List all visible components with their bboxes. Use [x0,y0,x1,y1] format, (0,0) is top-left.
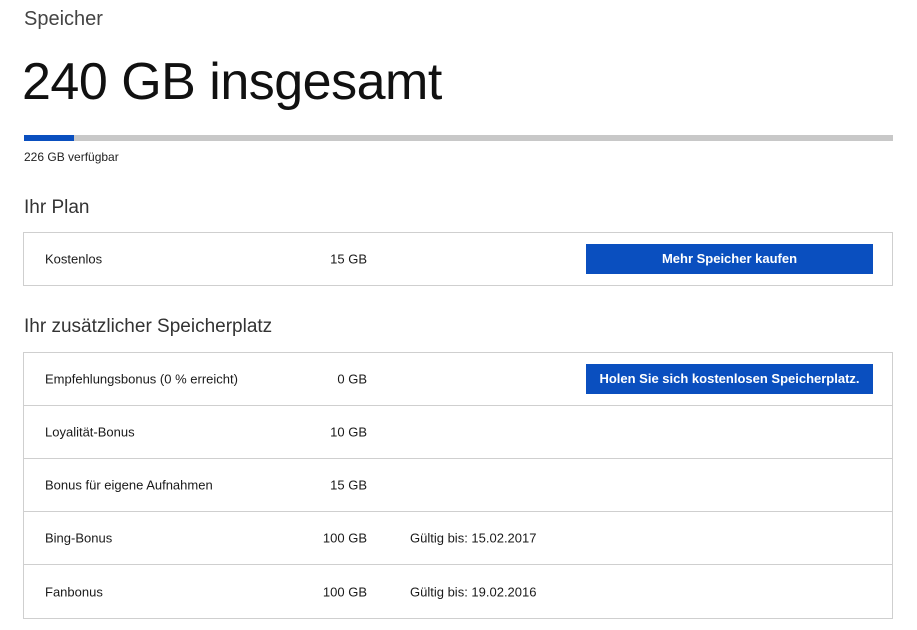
table-row-referral-bonus: Empfehlungsbonus (0 % erreicht) 0 GB Hol… [24,353,892,406]
bonus-name: Bing-Bonus [45,530,113,546]
extra-storage-section-title: Ihr zusätzlicher Speicherplatz [24,316,273,337]
page-label: Speicher [24,8,103,30]
usage-bar-fill [24,135,75,141]
bonus-size: 10 GB [330,424,367,440]
get-free-storage-button[interactable]: Holen Sie sich kostenlosen Speicherplatz… [586,364,873,394]
bonus-name: Loyalität-Bonus [45,424,135,440]
bonus-valid-until: Gültig bis: 15.02.2017 [410,530,537,546]
plan-row: Kostenlos 15 GB Mehr Speicher kaufen [24,233,892,285]
table-row-bing-bonus: Bing-Bonus 100 GB Gültig bis: 15.02.2017 [24,512,892,565]
bonus-size: 0 GB [337,371,367,387]
plan-size: 15 GB [330,251,367,267]
extra-storage-table: Empfehlungsbonus (0 % erreicht) 0 GB Hol… [23,352,893,619]
bonus-size: 15 GB [330,477,367,493]
table-row-loyalty-bonus: Loyalität-Bonus 10 GB [24,406,892,459]
bonus-name: Bonus für eigene Aufnahmen [45,477,213,493]
bonus-name: Empfehlungsbonus (0 % erreicht) [45,371,238,387]
plan-name: Kostenlos [45,251,103,267]
total-storage-title: 240 GB insgesamt [22,53,442,111]
usage-bar [24,135,893,141]
available-storage-text: 226 GB verfügbar [24,150,119,164]
table-row-camera-roll-bonus: Bonus für eigene Aufnahmen 15 GB [24,459,892,512]
buy-more-storage-button[interactable]: Mehr Speicher kaufen [586,244,873,274]
bonus-valid-until: Gültig bis: 19.02.2016 [410,584,537,599]
bonus-size: 100 GB [322,530,367,546]
plan-section-title: Ihr Plan [24,197,90,218]
table-row-fan-bonus: Fanbonus 100 GB Gültig bis: 19.02.2016 [24,565,892,618]
bonus-name: Fanbonus [45,584,103,599]
bonus-size: 100 GB [322,584,367,599]
plan-table: Kostenlos 15 GB Mehr Speicher kaufen [23,232,893,286]
